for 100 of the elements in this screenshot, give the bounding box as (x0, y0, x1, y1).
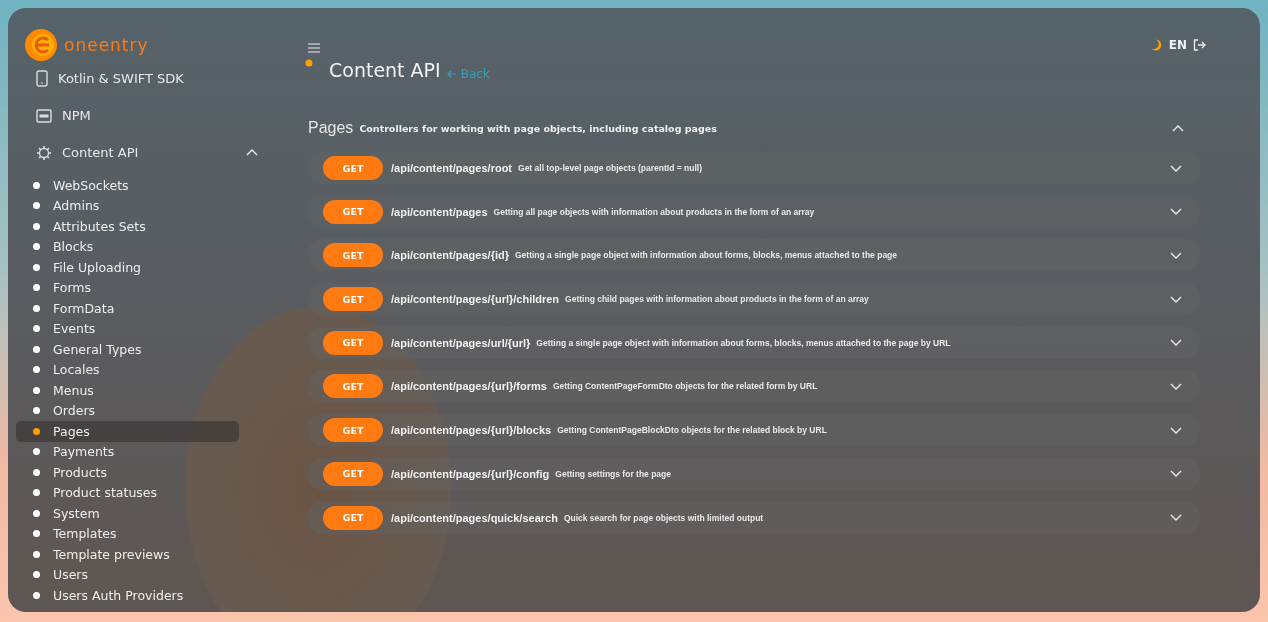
sidebar-subitem[interactable]: Forms (16, 277, 239, 298)
language-label: EN (1168, 38, 1187, 52)
sidebar-subitem[interactable]: File Uploading (16, 257, 239, 278)
bullet-icon (33, 263, 40, 271)
endpoint-description: Getting a single page object with information about forms, blocks, menus attached to the page (514, 250, 899, 261)
method-badge: GET (323, 199, 383, 224)
endpoint-row[interactable]: GET /api/content/pages/quick/search Quick search for page objects with limited output (308, 501, 1200, 534)
chevron-icon[interactable] (1170, 339, 1182, 347)
bullet-icon (33, 222, 40, 230)
bullet-icon (33, 386, 40, 394)
sidebar-subitem[interactable]: Product statuses (16, 482, 239, 503)
sidebar-subitem[interactable]: Locales (16, 359, 239, 380)
bullet-icon (33, 591, 40, 599)
sidebar-subitem[interactable]: Orders (16, 400, 239, 421)
endpoint-row[interactable]: GET /api/content/pages/{url}/forms Getting ContentPageFormDto objects for the related form by URL (308, 370, 1200, 403)
bullet-icon (33, 489, 40, 497)
endpoint-description: Get all top-level page objects (parentId = null) (518, 163, 703, 173)
arrow-left-icon (446, 70, 457, 78)
menu-icon[interactable] (308, 43, 320, 53)
endpoint-path: /api/content/pages/{url}/blocks (391, 424, 552, 437)
sidebar-item[interactable]: Content API (36, 134, 258, 171)
chevron-icon[interactable] (1170, 382, 1182, 390)
sidebar-subitem[interactable]: Blocks (16, 236, 239, 257)
bullet-icon (33, 509, 40, 517)
bullet-icon (33, 571, 40, 579)
gear-icon (36, 144, 52, 161)
bullet-icon (33, 284, 40, 292)
sidebar-subitem[interactable]: Pages (16, 421, 239, 442)
endpoint-row[interactable]: GET /api/content/pages/{url}/blocks Getting ContentPageBlockDto objects for the related block by URL (308, 414, 1200, 447)
chevron-icon[interactable] (1170, 426, 1182, 434)
endpoint-path: /api/content/pages (391, 205, 488, 218)
endpoint-path: /api/content/pages/root (391, 162, 512, 174)
sidebar-subitem[interactable]: Template previews (16, 544, 239, 565)
endpoint-row[interactable]: GET /api/content/pages/{url}/config Getting settings for the page (308, 457, 1200, 490)
logo-icon (24, 28, 58, 62)
method-badge: GET (323, 330, 383, 355)
sidebar-subitem[interactable]: Menus (16, 380, 239, 401)
bullet-icon (33, 407, 40, 415)
sidebar-subitem[interactable]: WebSockets (16, 175, 239, 196)
sidebar-item[interactable]: NPM (36, 97, 258, 134)
sidebar-subitem[interactable]: System (16, 503, 239, 524)
chevron-icon[interactable] (1170, 295, 1182, 303)
chevron-icon[interactable] (1170, 208, 1182, 216)
sidebar-subitem[interactable]: General Types (16, 339, 239, 360)
dot-icon (305, 59, 313, 67)
chevron-icon[interactable] (1172, 124, 1184, 132)
endpoint-path: /api/content/pages/quick/search (391, 511, 558, 524)
bullet-icon (33, 325, 40, 333)
bullet-icon (33, 530, 40, 538)
bullet-icon (33, 366, 40, 374)
bullet-icon (33, 345, 40, 353)
endpoint-description: Getting ContentPageBlockDto objects for the related block by URL (557, 425, 828, 436)
sidebar-subitem[interactable]: Admins (16, 195, 239, 216)
bullet-icon (33, 202, 40, 210)
sidebar-item[interactable]: Kotlin & SWIFT SDK (36, 60, 258, 97)
endpoint-row[interactable]: GET /api/content/pages/{id} Getting a single page object with information about forms, blocks, menus attached to the page (308, 239, 1200, 272)
sidebar-subitem[interactable]: Users Auth Providers (16, 585, 239, 606)
npm-icon (36, 108, 52, 123)
method-badge: GET (323, 156, 383, 180)
endpoint-row[interactable]: GET /api/content/pages/url/{url} Getting a single page object with information about forms, blocks, menus attached to the page by URL (308, 326, 1200, 359)
chevron-icon[interactable] (1170, 470, 1182, 478)
section-title: Pages (308, 119, 354, 137)
method-badge: GET (323, 374, 383, 399)
endpoint-description: Getting ContentPageFormDto objects for the related form by URL (552, 381, 819, 392)
endpoint-row[interactable]: GET /api/content/pages Getting all page objects with information about products in the form of an array (308, 195, 1200, 228)
bullet-icon (33, 304, 40, 312)
endpoint-description: Getting child pages with information about products in the form of an array (565, 294, 870, 305)
endpoint-path: /api/content/pages/{url}/children (391, 293, 560, 306)
bullet-icon (33, 550, 40, 558)
bullet-icon (33, 427, 40, 435)
chevron-icon[interactable] (1170, 251, 1182, 259)
endpoint-description: Quick search for page objects with limited output (563, 512, 765, 523)
brand-name: oneentry (64, 35, 149, 55)
sidebar-subitem[interactable]: Products (16, 462, 239, 483)
section-description: Controllers for working with page objects, including catalog pages (359, 122, 718, 134)
bullet-icon (33, 468, 40, 476)
endpoint-path: /api/content/pages/{url}/config (391, 467, 550, 480)
bullet-icon (33, 243, 40, 251)
sidebar-subitem[interactable]: Users (16, 564, 239, 585)
endpoint-description: Getting all page objects with information about products in the form of an array (493, 206, 816, 217)
logout-icon[interactable] (1193, 39, 1206, 51)
moon-icon[interactable] (1150, 39, 1163, 51)
endpoint-path: /api/content/pages/{url}/forms (391, 380, 547, 393)
sidebar-subitem[interactable]: Templates (16, 523, 239, 544)
method-badge: GET (323, 418, 383, 443)
method-badge: GET (323, 505, 383, 530)
endpoint-row[interactable]: GET /api/content/pages/root Get all top-level page objects (parentId = null) (308, 152, 1200, 184)
sidebar-subitem[interactable]: FormData (16, 298, 239, 319)
sidebar-subitem[interactable]: Attributes Sets (16, 216, 239, 237)
chevron-icon[interactable] (1170, 514, 1182, 521)
sidebar-subitem[interactable]: Events (16, 318, 239, 339)
endpoint-row[interactable]: GET /api/content/pages/{url}/children Getting child pages with information about products in the form of an array (308, 283, 1200, 316)
chevron-icon[interactable] (246, 149, 258, 156)
phone-icon (36, 70, 48, 87)
sidebar-subitem[interactable]: Payments (16, 441, 239, 462)
endpoint-description: Getting a single page object with information about forms, blocks, menus attached to the page by URL (536, 337, 952, 348)
method-badge: GET (323, 243, 383, 268)
endpoint-path: /api/content/pages/url/{url} (391, 336, 531, 349)
chevron-icon[interactable] (1170, 164, 1182, 172)
method-badge: GET (323, 461, 383, 486)
